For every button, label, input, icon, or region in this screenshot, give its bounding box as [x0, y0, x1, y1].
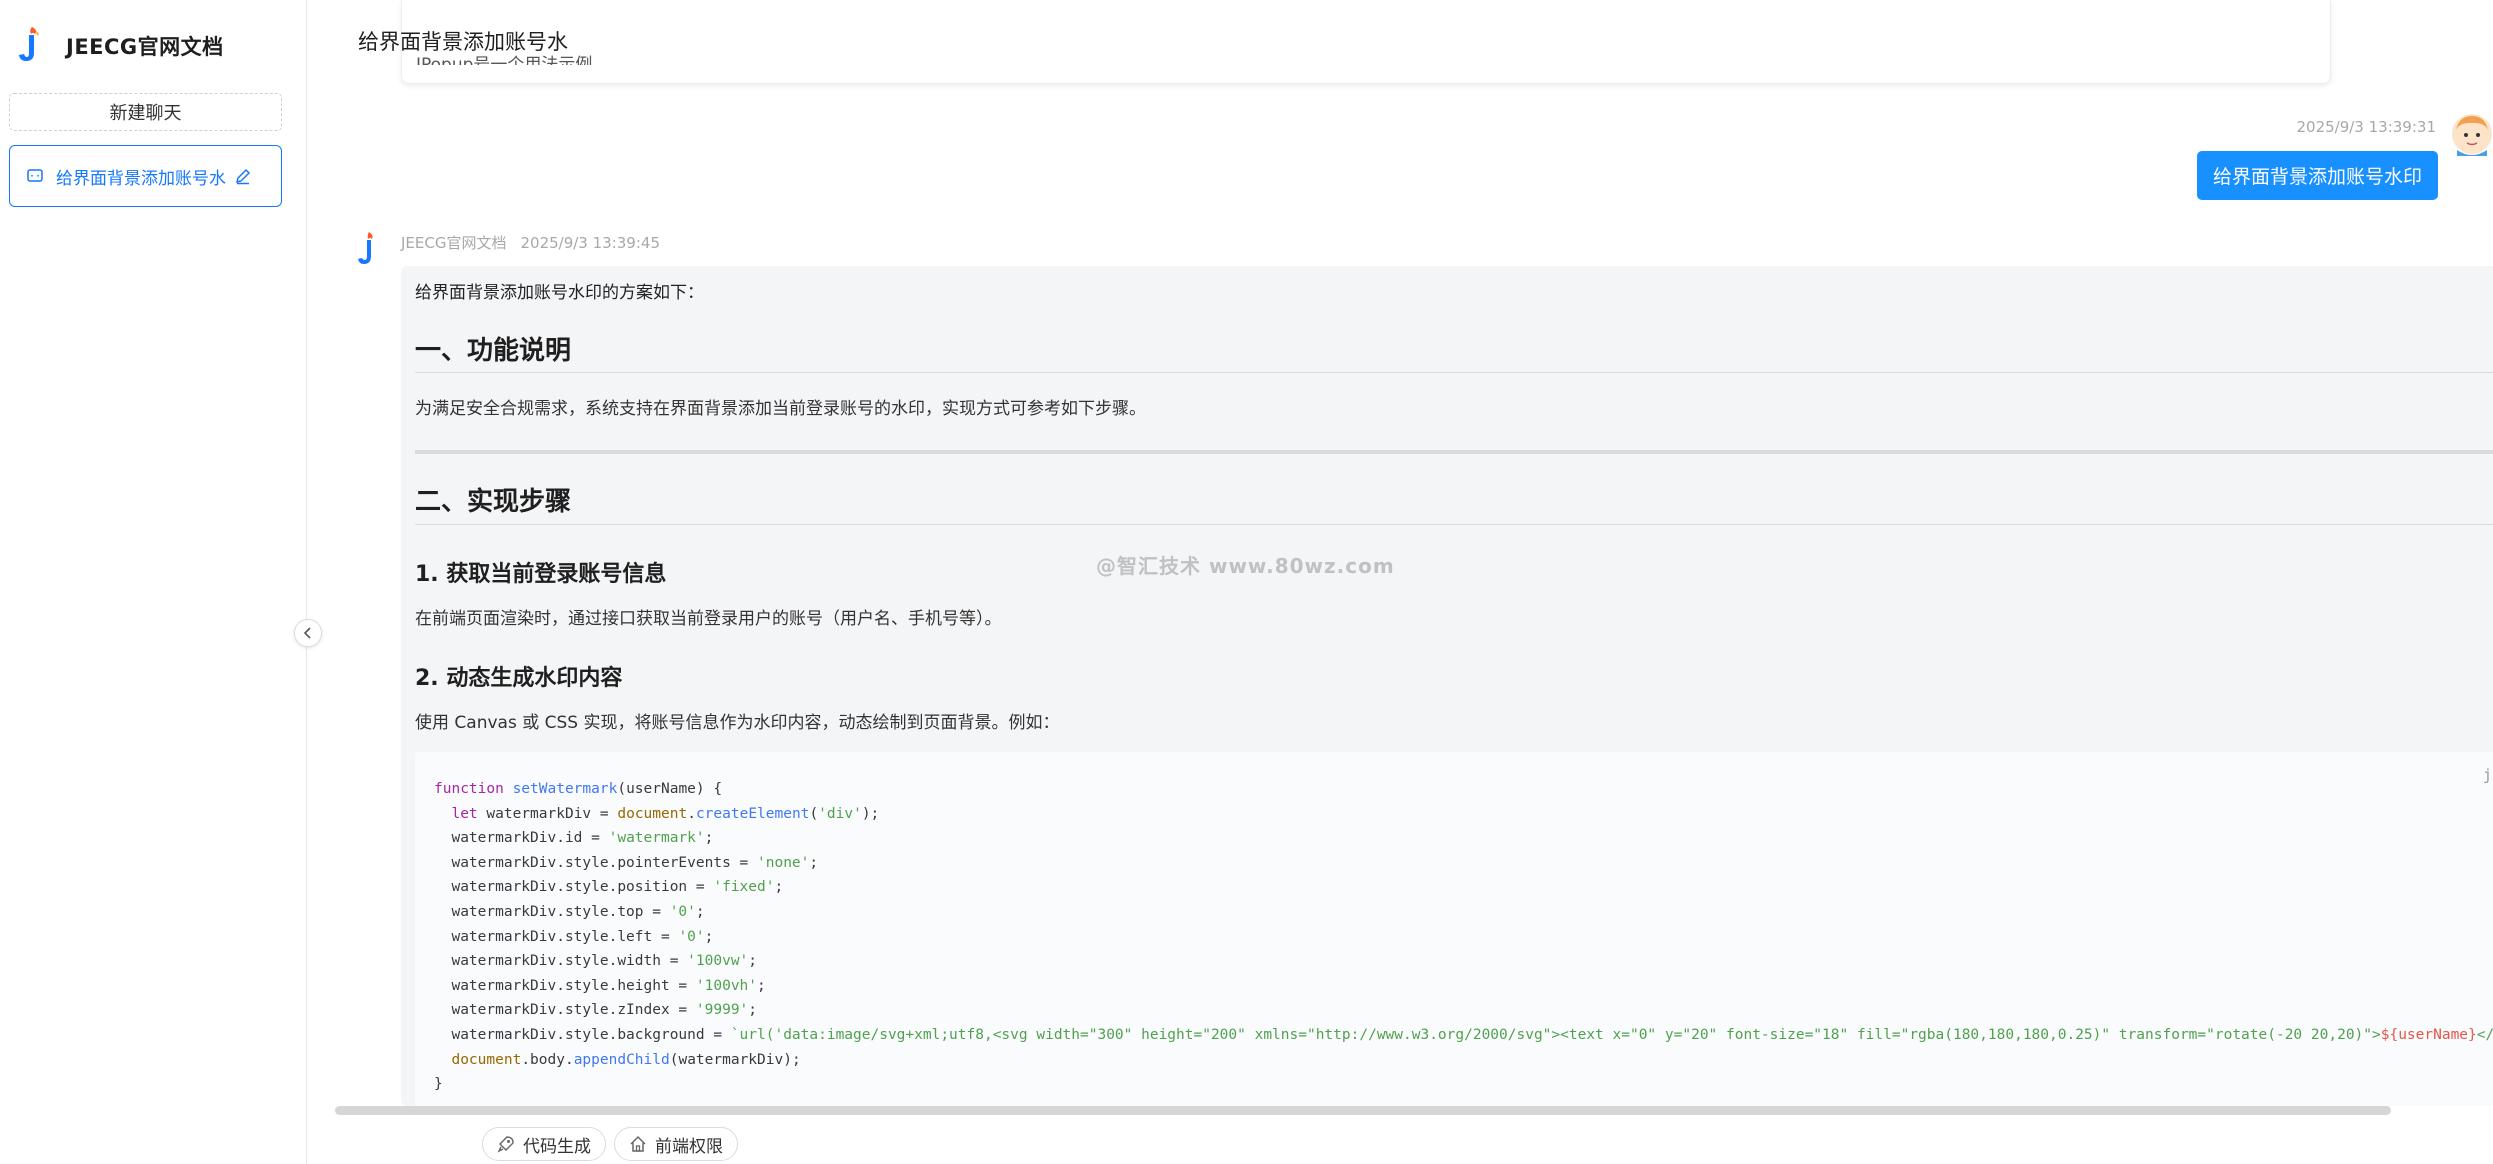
rocket-icon [497, 1136, 514, 1153]
code-line: watermarkDiv.style.position = 'fixed'; [434, 879, 784, 896]
new-chat-button[interactable]: 新建聊天 [9, 93, 282, 131]
jeecg-logo-icon [19, 27, 39, 61]
step1-title: 1. 获取当前登录账号信息 [415, 562, 667, 587]
frontend-permission-label: 前端权限 [655, 1136, 723, 1157]
chat-bubble-icon [27, 169, 43, 182]
user-message-time: 2025/9/3 13:39:31 [2296, 118, 2436, 136]
bot-message-time: 2025/9/3 13:39:45 [520, 234, 660, 252]
divider-thick [415, 450, 2493, 454]
step1-text: 在前端页面渲染时，通过接口获取当前登录用户的账号（用户名、手机号等）。 [415, 609, 1002, 629]
brand: JEECG官网文档 [16, 26, 224, 66]
code-line: watermarkDiv.id = 'watermark'; [434, 830, 714, 847]
code-gen-button[interactable]: 代码生成 [482, 1127, 606, 1161]
code-line: document.body.appendChild(watermarkDiv); [451, 1051, 801, 1068]
divider [415, 372, 2493, 373]
code-line: watermarkDiv.style.top = '0'; [434, 903, 705, 920]
sidebar: JEECG官网文档 新建聊天 给界面背景添加账号水 [0, 0, 307, 1164]
code-line: watermarkDiv.style.width = '100vw'; [434, 953, 758, 970]
previous-message-card: JPopup号一个用法示例 [401, 0, 2331, 84]
code-line: watermarkDiv.style.pointerEvents = 'none… [434, 854, 819, 871]
code-content: function setWatermark(userName) { let wa… [434, 777, 2493, 1097]
step2-text: 使用 Canvas 或 CSS 实现，将账号信息作为水印内容，动态绘制到页面背景… [415, 713, 1060, 733]
code-gen-label: 代码生成 [523, 1136, 591, 1157]
bot-name: JEECG官网文档 [401, 234, 507, 252]
section-heading-function: 一、功能说明 [415, 336, 572, 366]
chat-main: JPopup号一个用法示例 给界面背景添加账号水 2025/9/3 13:39:… [308, 0, 2493, 1164]
bot-message-meta: JEECG官网文档 2025/9/3 13:39:45 [401, 232, 660, 253]
bot-message-bubble: 给界面背景添加账号水印的方案如下： 一、功能说明 为满足安全合规需求，系统支持在… [401, 266, 2493, 1106]
chat-title: 给界面背景添加账号水 [56, 168, 226, 189]
bot-intro-text: 给界面背景添加账号水印的方案如下： [415, 283, 704, 303]
step2-title: 2. 动态生成水印内容 [415, 666, 623, 691]
code-line: watermarkDiv.style.left = '0'; [434, 928, 714, 945]
quick-tools: 代码生成 前端权限 [482, 1127, 738, 1161]
watermark-text: @智汇技术 www.80wz.com [1096, 554, 1395, 578]
page-title: 给界面背景添加账号水 [358, 30, 568, 54]
section-heading-steps: 二、实现步骤 [415, 487, 572, 517]
code-line: watermarkDiv.style.zIndex = '9999'; [434, 1002, 758, 1019]
divider [415, 524, 2493, 525]
horizontal-scrollbar[interactable] [335, 1106, 2391, 1115]
section-paragraph-function: 为满足安全合规需求，系统支持在界面背景添加当前登录账号的水印，实现方式可参考如下… [415, 399, 1146, 419]
code-line: let watermarkDiv = document.createElemen… [451, 805, 880, 822]
frontend-permission-button[interactable]: 前端权限 [614, 1127, 738, 1161]
code-line: } [434, 1076, 443, 1093]
chat-list-item[interactable]: 给界面背景添加账号水 [9, 145, 282, 207]
user-message-bubble: 给界面背景添加账号水印 [2196, 151, 2438, 200]
user-avatar [2452, 114, 2492, 156]
code-line: watermarkDiv.style.height = '100vh'; [434, 977, 766, 994]
code-line: function setWatermark(userName) { [434, 781, 723, 797]
code-line: watermarkDiv.style.background = `url('da… [434, 1026, 2493, 1043]
code-block[interactable]: js 复 function setWatermark(userName) { l… [415, 752, 2493, 1106]
edit-icon[interactable] [234, 167, 252, 185]
home-icon [630, 1135, 646, 1152]
bot-avatar-logo-icon [358, 232, 373, 264]
app-name: JEECG官网文档 [66, 35, 224, 59]
